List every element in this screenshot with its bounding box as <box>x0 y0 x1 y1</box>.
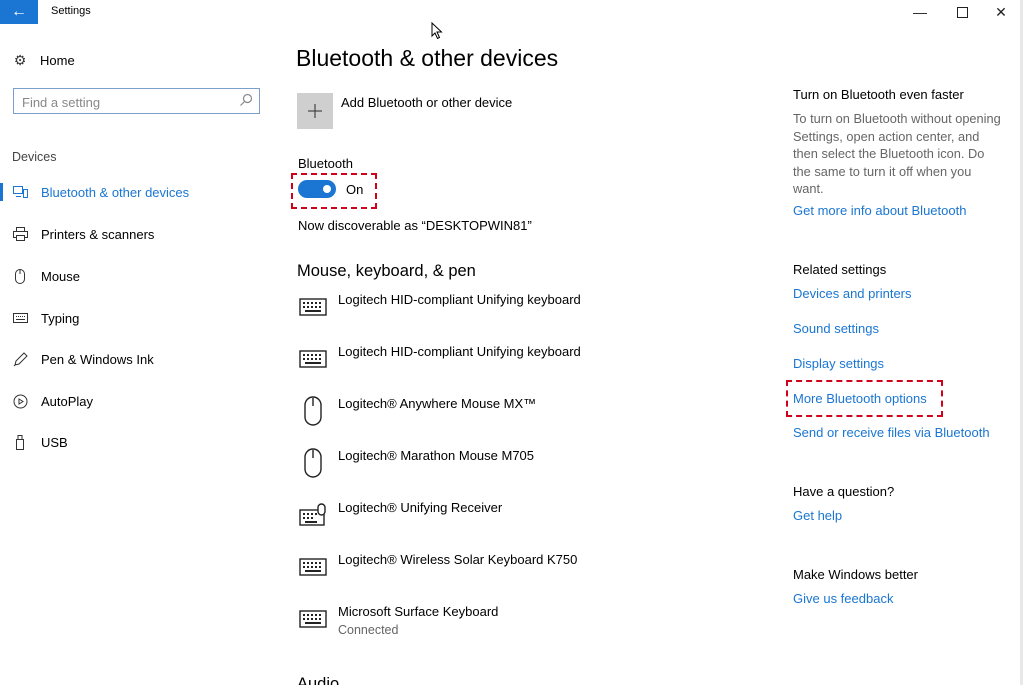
nav-item-label: Printers & scanners <box>41 226 155 242</box>
device-item[interactable]: Logitech HID-compliant Unifying keyboard <box>298 292 581 322</box>
page-title: Bluetooth & other devices <box>296 45 559 71</box>
display-settings-link[interactable]: Display settings <box>793 356 884 371</box>
bluetooth-info-link[interactable]: Get more info about Bluetooth <box>793 203 966 218</box>
section-heading: Mouse, keyboard, & pen <box>297 262 476 280</box>
device-item[interactable]: Logitech® Anywhere Mouse MX™ <box>298 396 536 426</box>
nav-home-label: Home <box>40 53 75 68</box>
more-bluetooth-options-link[interactable]: More Bluetooth options <box>793 391 927 406</box>
bluetooth-toggle[interactable] <box>298 180 336 198</box>
nav-item-label: Bluetooth & other devices <box>41 184 190 200</box>
nav-item-usb[interactable]: USB <box>12 432 68 452</box>
nav-active-indicator <box>0 183 3 201</box>
keyboard-icon <box>12 310 28 326</box>
mouse-icon <box>298 396 328 426</box>
minimize-button[interactable]: — <box>900 0 940 24</box>
keyboard-mouse-icon <box>298 500 328 530</box>
bluetooth-devices-icon <box>12 184 28 200</box>
device-name: Logitech® Unifying Receiver <box>338 500 503 515</box>
tip-title: Turn on Bluetooth even faster <box>793 87 964 102</box>
plus-icon <box>308 104 322 118</box>
search-input[interactable] <box>20 90 239 114</box>
question-title: Have a question? <box>793 484 895 499</box>
title-bar: ← Settings — ✕ <box>0 0 1023 24</box>
autoplay-icon <box>12 393 28 409</box>
minimize-icon: — <box>913 4 927 20</box>
bluetooth-toggle-row: On <box>298 180 363 198</box>
usb-icon <box>12 434 28 450</box>
get-help-link[interactable]: Get help <box>793 508 842 523</box>
devices-printers-link[interactable]: Devices and printers <box>793 286 912 301</box>
nav-item-label: USB <box>41 434 68 450</box>
keyboard-icon <box>298 604 328 634</box>
nav-item-label: AutoPlay <box>41 393 94 409</box>
nav-home[interactable]: ⚙ Home <box>12 52 75 69</box>
gear-icon: ⚙ <box>13 52 27 68</box>
toggle-state-label: On <box>346 181 364 197</box>
back-button[interactable]: ← <box>0 0 38 24</box>
device-item[interactable]: Logitech® Unifying Receiver <box>298 500 502 530</box>
cursor-icon <box>431 22 443 40</box>
bluetooth-label: Bluetooth <box>298 156 353 171</box>
keyboard-icon <box>298 344 328 374</box>
add-device-label[interactable]: Add Bluetooth or other device <box>341 95 512 110</box>
nav-item-bluetooth[interactable]: Bluetooth & other devices <box>12 182 189 202</box>
nav-item-autoplay[interactable]: AutoPlay <box>12 391 93 411</box>
search-icon <box>240 93 253 106</box>
nav-item-label: Typing <box>41 310 80 326</box>
device-item[interactable]: Logitech® Wireless Solar Keyboard K750 <box>298 552 577 582</box>
nav-item-mouse[interactable]: Mouse <box>12 266 80 286</box>
device-item[interactable]: Logitech HID-compliant Unifying keyboard <box>298 344 581 374</box>
printer-icon <box>12 226 28 242</box>
arrow-left-icon: ← <box>11 3 27 20</box>
close-icon: ✕ <box>995 3 1007 20</box>
device-item[interactable]: Microsoft Surface Keyboard Connected <box>298 604 498 637</box>
send-receive-files-link[interactable]: Send or receive files via Bluetooth <box>793 425 990 440</box>
feedback-title: Make Windows better <box>793 567 918 582</box>
sound-settings-link[interactable]: Sound settings <box>793 321 879 336</box>
nav-item-printers[interactable]: Printers & scanners <box>12 224 154 244</box>
tip-body: To turn on Bluetooth without opening Set… <box>793 111 1001 196</box>
window-title: Settings <box>51 5 91 17</box>
device-status: Connected <box>338 623 399 637</box>
device-item[interactable]: Logitech® Marathon Mouse M705 <box>298 448 534 478</box>
device-name: Logitech HID-compliant Unifying keyboard <box>338 292 581 307</box>
add-device-button[interactable] <box>297 93 333 129</box>
pen-icon <box>12 351 28 367</box>
maximize-icon <box>956 6 968 18</box>
device-name: Logitech HID-compliant Unifying keyboard <box>338 344 581 359</box>
related-settings-title: Related settings <box>793 262 887 277</box>
nav-item-pen[interactable]: Pen & Windows Ink <box>12 349 154 369</box>
keyboard-icon <box>298 292 328 322</box>
device-name: Logitech® Anywhere Mouse MX™ <box>338 396 537 411</box>
device-name: Logitech® Wireless Solar Keyboard K750 <box>338 552 578 567</box>
maximize-button[interactable] <box>942 0 982 24</box>
device-name: Microsoft Surface Keyboard <box>338 604 499 619</box>
mouse-icon <box>298 448 328 478</box>
device-name: Logitech® Marathon Mouse M705 <box>338 448 535 463</box>
section-heading-audio: Audio <box>297 676 340 685</box>
feedback-link[interactable]: Give us feedback <box>793 591 893 606</box>
nav-item-label: Pen & Windows Ink <box>41 351 154 367</box>
close-button[interactable]: ✕ <box>981 0 1021 24</box>
nav-item-typing[interactable]: Typing <box>12 308 79 328</box>
keyboard-icon <box>298 552 328 582</box>
discoverable-text: Now discoverable as “DESKTOPWIN81” <box>298 218 532 233</box>
mouse-icon <box>12 268 28 284</box>
nav-section-devices: Devices <box>12 150 57 164</box>
search-box[interactable] <box>13 88 260 114</box>
nav-item-label: Mouse <box>41 268 81 284</box>
